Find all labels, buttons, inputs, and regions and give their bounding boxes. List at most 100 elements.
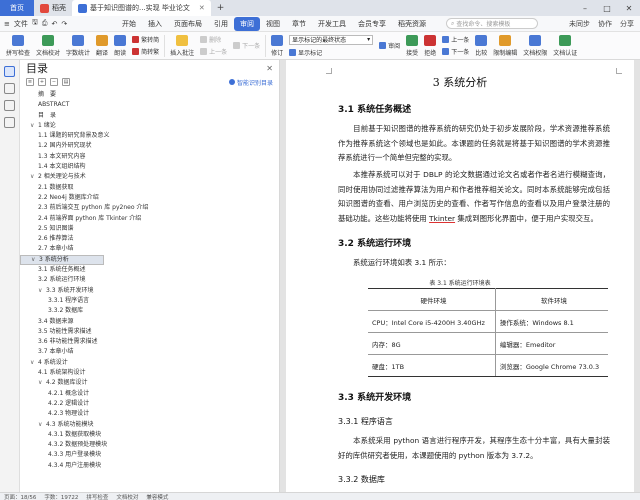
toc-item[interactable]: 目 录: [20, 111, 279, 121]
chevron-down-icon[interactable]: ∨: [30, 172, 38, 182]
new-tab-button[interactable]: +: [211, 3, 231, 13]
toc-item[interactable]: ABSTRACT: [20, 100, 279, 110]
review-pane-button[interactable]: 审阅: [379, 41, 400, 50]
menu-tab[interactable]: 稻壳资源: [392, 17, 432, 31]
smart-toc-button[interactable]: 智能识别目录: [228, 78, 273, 87]
trad-to-simp-button[interactable]: 繁转简: [132, 35, 159, 44]
document-page[interactable]: 3 系统分析 3.1 系统任务概述 目前基于知识图谱的推荐系统的研究仍处于初步发…: [286, 60, 634, 492]
toc-item[interactable]: 1.3 本文研究内容: [20, 152, 279, 162]
toc-item[interactable]: 4.3.4 用户注册模块: [20, 461, 279, 471]
toc-item[interactable]: 4.2.3 物理设计: [20, 409, 279, 419]
collaborate-button[interactable]: 协作: [598, 19, 612, 29]
toc-item[interactable]: ∨ 4 系统设计: [20, 358, 279, 368]
find-icon[interactable]: [4, 117, 15, 128]
minimize-button[interactable]: –: [574, 4, 596, 13]
toc-item[interactable]: 2.5 知识图谱: [20, 224, 279, 234]
redo-icon[interactable]: ↷: [61, 20, 67, 28]
toc-item[interactable]: 3.3.2 数据库: [20, 306, 279, 316]
menu-tab[interactable]: 页面布局: [168, 17, 208, 31]
toc-item[interactable]: ∨ 4.3 系统功能模块: [20, 420, 279, 430]
toc-item[interactable]: ∨ 2 相关理论与技术: [20, 172, 279, 182]
menu-tab[interactable]: 视图: [260, 17, 286, 31]
toc-item[interactable]: 3.6 非功能性需求描述: [20, 337, 279, 347]
tab-docer[interactable]: 稻壳: [34, 0, 72, 16]
bookmark-icon[interactable]: [4, 100, 15, 111]
close-window-button[interactable]: ✕: [618, 4, 640, 13]
accept-button[interactable]: 接受: [403, 33, 421, 59]
chevron-down-icon[interactable]: ∨: [38, 378, 46, 388]
status-item[interactable]: 拼写检查: [86, 493, 108, 500]
tab-document[interactable]: 基于知识图谱的...实现 毕业论文 ✕: [72, 0, 211, 16]
chevron-down-icon[interactable]: ∨: [38, 420, 46, 430]
toc-item[interactable]: ∨ 3 系统分析: [20, 254, 104, 266]
sync-status[interactable]: 未同步: [569, 19, 590, 29]
toc-item[interactable]: 4.1 系统架构设计: [20, 368, 279, 378]
menu-tab[interactable]: 审阅: [234, 16, 260, 31]
toc-level-icon[interactable]: ▤: [62, 78, 70, 86]
toc-item[interactable]: 2.4 前端界面 python 库 Tkinter 介绍: [20, 214, 279, 224]
chevron-down-icon[interactable]: ∨: [38, 286, 46, 296]
command-search-input[interactable]: ⌕ 查找命令、搜索模板: [446, 18, 538, 29]
close-icon[interactable]: ✕: [199, 4, 205, 12]
toc-item[interactable]: 2.7 本章小结: [20, 244, 279, 254]
toc-item[interactable]: 2.1 数据获取: [20, 183, 279, 193]
next-comment-button[interactable]: 下一条: [233, 41, 260, 50]
toc-item[interactable]: 2.2 Neo4j 数据库介绍: [20, 193, 279, 203]
simp-to-trad-button[interactable]: 简转繁: [132, 47, 159, 56]
menu-tab[interactable]: 开发工具: [312, 17, 352, 31]
maximize-button[interactable]: □: [596, 4, 618, 13]
toc-item[interactable]: 4.3.1 数据获取模块: [20, 430, 279, 440]
toc-item[interactable]: 4.2.2 逻辑设计: [20, 399, 279, 409]
menu-tab[interactable]: 章节: [286, 17, 312, 31]
reject-button[interactable]: 拒绝: [421, 33, 439, 59]
restrict-edit-button[interactable]: 限制编辑: [490, 33, 520, 59]
toc-item[interactable]: ∨ 4.2 数据库设计: [20, 378, 279, 388]
toc-item[interactable]: 3.5 功能性需求描述: [20, 327, 279, 337]
track-changes-button[interactable]: 修订: [268, 33, 286, 59]
doc-proofread-button[interactable]: 文档校对: [33, 33, 63, 59]
prev-comment-button[interactable]: 上一条: [200, 47, 227, 56]
next-change-button[interactable]: 下一条: [442, 47, 469, 56]
delete-comment-button[interactable]: 删除: [200, 35, 227, 44]
menu-tab[interactable]: 开始: [116, 17, 142, 31]
toc-item[interactable]: 3.7 本章小结: [20, 347, 279, 357]
compare-button[interactable]: 比较: [472, 33, 490, 59]
toc-remove-icon[interactable]: −: [50, 78, 58, 86]
menu-tab[interactable]: 引用: [208, 17, 234, 31]
toc-item[interactable]: 3.3.1 程序语言: [20, 296, 279, 306]
chevron-down-icon[interactable]: ∨: [30, 121, 38, 131]
toc-item[interactable]: ∨ 3.3 系统开发环境: [20, 286, 279, 296]
status-item[interactable]: 文档校对: [116, 493, 138, 500]
display-mode-select[interactable]: 显示标记的最终状态 ▾: [289, 34, 374, 45]
toc-item[interactable]: 3.1 系统任务概述: [20, 265, 279, 275]
print-icon[interactable]: ⎙: [42, 19, 48, 28]
toc-item[interactable]: 1.4 本文组织结构: [20, 162, 279, 172]
doc-verify-button[interactable]: 文档认证: [550, 33, 580, 59]
chapter-nav-icon[interactable]: [4, 83, 15, 94]
close-icon[interactable]: ✕: [266, 64, 273, 73]
save-icon[interactable]: 🖫: [32, 18, 38, 29]
undo-icon[interactable]: ↶: [51, 20, 57, 28]
chevron-down-icon[interactable]: ∨: [30, 358, 38, 368]
toc-panel-icon[interactable]: [4, 66, 15, 77]
file-menu[interactable]: 文件: [14, 19, 28, 29]
toc-item[interactable]: 1.1 课题的研究背景及意义: [20, 131, 279, 141]
toc-expand-icon[interactable]: ≡: [26, 78, 34, 86]
spell-check-button[interactable]: 拼写检查: [3, 33, 33, 59]
toc-item[interactable]: 3.4 数据来源: [20, 317, 279, 327]
toc-item[interactable]: 4.2.1 概念设计: [20, 389, 279, 399]
doc-rights-button[interactable]: 文档权限: [520, 33, 550, 59]
toc-item[interactable]: 4.3.3 用户登录模块: [20, 450, 279, 460]
toc-item[interactable]: 2.3 前后端交互 python 库 py2neo 介绍: [20, 203, 279, 213]
status-item[interactable]: 兼容模式: [146, 493, 168, 500]
menu-tab[interactable]: 会员专享: [352, 17, 392, 31]
toc-item[interactable]: ∨ 1 绪论: [20, 121, 279, 131]
menu-icon[interactable]: ≡: [4, 20, 10, 28]
menu-tab[interactable]: 插入: [142, 17, 168, 31]
chevron-down-icon[interactable]: ∨: [31, 255, 39, 265]
read-aloud-button[interactable]: 朗读: [111, 33, 129, 59]
toc-item[interactable]: 4.3.2 数据预处理模块: [20, 440, 279, 450]
tab-home[interactable]: 首页: [0, 0, 34, 16]
toc-item[interactable]: 摘 要: [20, 90, 279, 100]
show-markup-button[interactable]: 显示标记: [289, 48, 373, 57]
